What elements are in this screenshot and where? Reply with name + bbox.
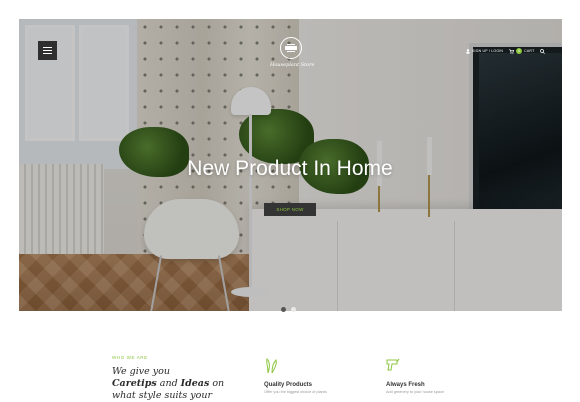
intro-headline: We give you Caretips and Ideas on what s… (112, 366, 252, 402)
feature-desc: Add greenery to your house space (386, 390, 445, 394)
logo-tagline: Houseplant Store (270, 62, 315, 68)
feature-title: Quality Products (264, 382, 313, 388)
leaves-icon (266, 358, 277, 374)
hamburger-icon-line (43, 50, 52, 51)
feature-always-fresh: Always Fresh Add greenery to your house … (386, 356, 506, 394)
feature-desc: Offer you the biggest choice of plants (264, 390, 327, 394)
feature-title: Always Fresh (386, 382, 425, 388)
watering-can-icon (386, 358, 400, 371)
search-button[interactable] (540, 48, 546, 54)
feature-quality-products: Quality Products Offer you the biggest c… (264, 356, 384, 394)
search-icon (540, 48, 546, 54)
headline-bold-caretips: Caretips (112, 378, 157, 389)
slider-dots (281, 307, 296, 312)
cart-count-badge: 0 (516, 48, 523, 54)
menu-button[interactable] (38, 41, 57, 60)
logo-badge-icon (280, 37, 302, 59)
slider-dot-2[interactable] (291, 307, 296, 312)
cart-link[interactable]: 0 Cart (509, 48, 534, 54)
hero-title: New Product In Home (187, 157, 393, 180)
headline-line-2: Caretips and Ideas on (112, 378, 252, 390)
cart-label: Cart (524, 49, 535, 53)
hamburger-icon-line (43, 53, 52, 54)
headline-line-3: what style suits your (112, 390, 212, 401)
cart-icon (509, 48, 515, 54)
top-nav: Sign up / Login 0 Cart (466, 47, 546, 55)
signup-login-link[interactable]: Sign up / Login (466, 48, 504, 54)
headline-on: on (209, 378, 225, 389)
site-logo[interactable]: Houseplant Store (270, 37, 315, 68)
shop-now-button[interactable]: SHOP NOW (264, 203, 316, 216)
hamburger-icon (43, 47, 52, 48)
user-icon (466, 48, 470, 54)
headline-and: and (156, 378, 181, 389)
section-label: WHO WE ARE (112, 355, 148, 360)
slider-dot-1[interactable] (281, 307, 286, 312)
headline-bold-ideas: Ideas (180, 378, 210, 389)
headline-line-1: We give you (112, 366, 170, 377)
signup-login-label: Sign up / Login (472, 49, 504, 53)
